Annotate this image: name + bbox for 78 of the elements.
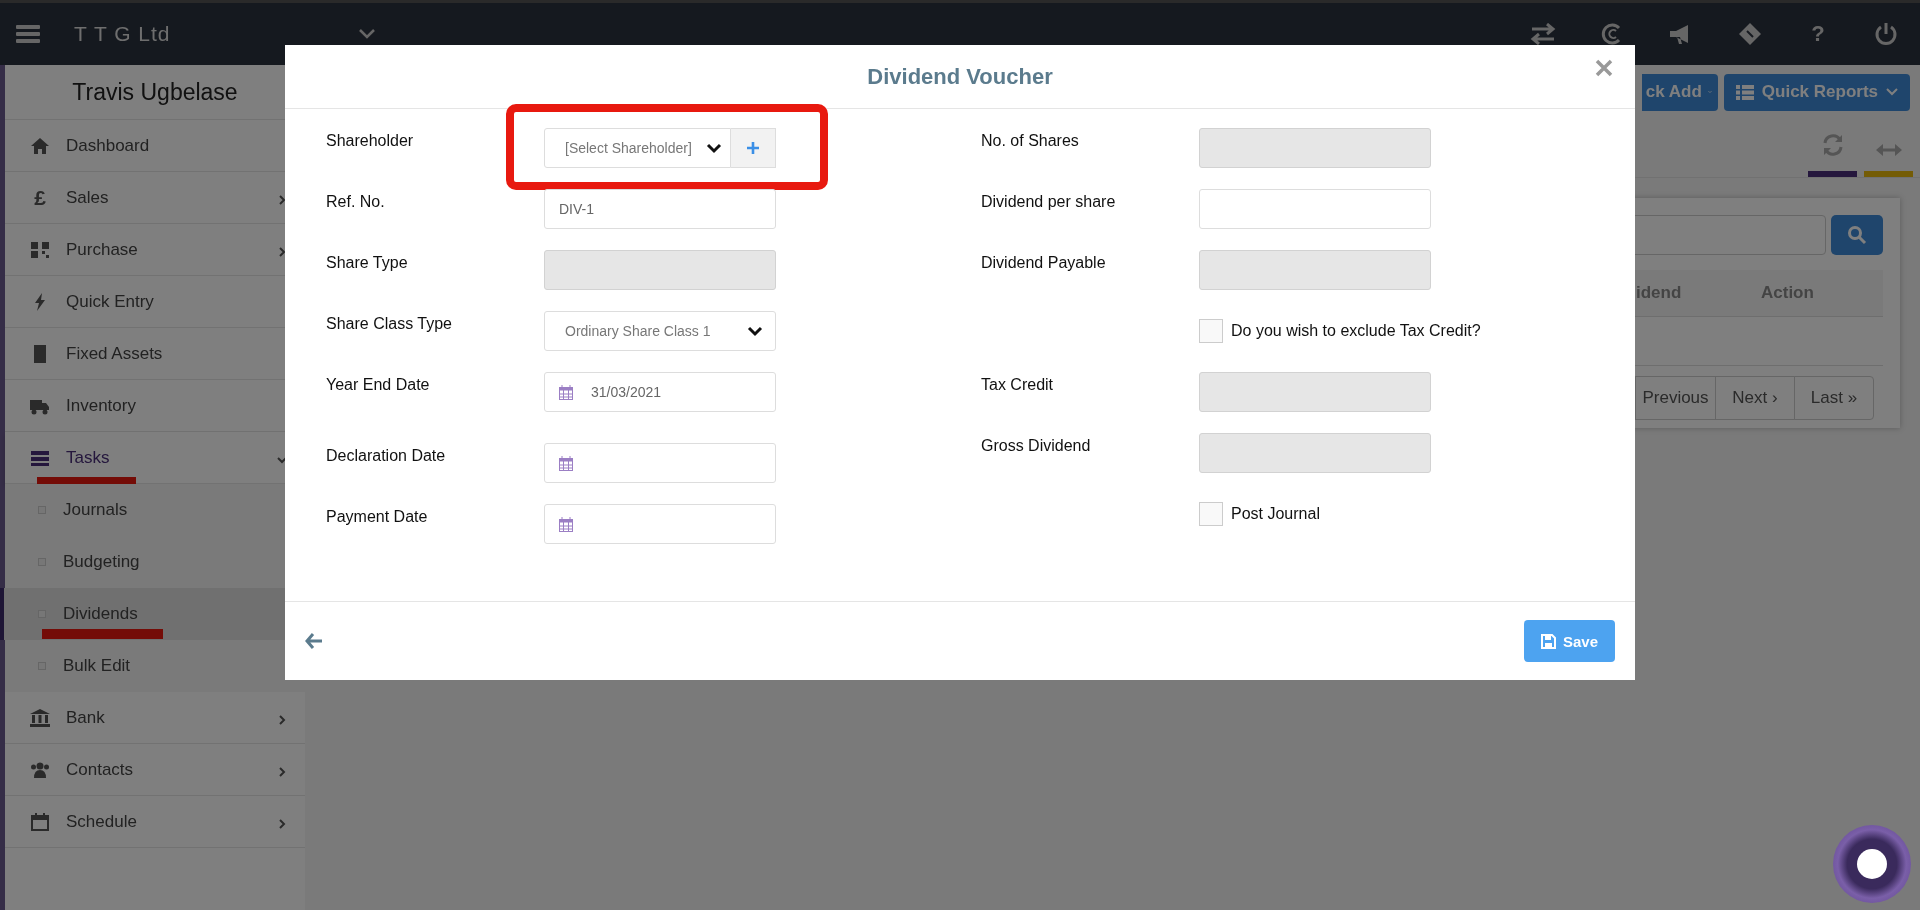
chevron-right-icon (276, 818, 288, 830)
sidebar-item[interactable]: Contacts (5, 744, 305, 796)
search-button[interactable] (1831, 215, 1883, 255)
input-field[interactable] (1199, 372, 1431, 412)
calendar-icon (30, 812, 50, 831)
list-icon (30, 448, 50, 467)
checkbox[interactable] (1199, 502, 1223, 526)
plus-icon (747, 142, 759, 154)
chevron-right-icon (276, 194, 288, 206)
field-label: Tax Credit (981, 375, 1055, 395)
chevron-down-icon (747, 325, 763, 337)
shareholder-select[interactable]: [Select Shareholder] (544, 128, 731, 168)
chevron-down-icon (276, 454, 288, 466)
add-button[interactable] (731, 128, 776, 168)
menu-icon[interactable] (16, 24, 40, 44)
bank-icon (30, 708, 50, 727)
field-label: Dividend Payable (981, 253, 1107, 273)
checkbox-label: Do you wish to exclude Tax Credit? (1231, 322, 1481, 340)
indicator-bar (1864, 171, 1913, 177)
input-field[interactable] (1199, 433, 1431, 473)
field-label: Share Type (326, 253, 409, 273)
input-field[interactable] (1199, 189, 1431, 229)
chevron-right-icon (276, 766, 288, 778)
qr-grid-icon (30, 240, 50, 259)
submenu-item[interactable]: Budgeting (0, 536, 305, 588)
sidebar-item[interactable]: Bank (5, 692, 305, 744)
chevron-down-icon[interactable] (358, 28, 376, 40)
horizontal-arrows-icon[interactable] (1875, 143, 1902, 157)
field-label: Declaration Date (326, 446, 447, 466)
caret-icon (1886, 88, 1898, 96)
calendar-icon (559, 384, 573, 400)
chevron-right-icon (276, 714, 288, 726)
help-icon[interactable]: ? (1806, 21, 1830, 47)
chevron-down-icon (706, 142, 722, 154)
input-field[interactable]: DIV-1 (544, 189, 776, 229)
power-icon[interactable] (1874, 22, 1898, 46)
ticket-icon[interactable] (1738, 22, 1762, 46)
caret-icon (1707, 88, 1712, 96)
people-icon (30, 760, 50, 779)
input-field[interactable] (1199, 128, 1431, 168)
pagination-button[interactable]: Previous (1635, 376, 1716, 420)
dialog-title: Dividend Voucher (867, 63, 1053, 90)
indicator-bar (1808, 171, 1857, 177)
input-field[interactable] (1199, 250, 1431, 290)
submenu-item[interactable]: Bulk Edit (0, 640, 305, 692)
home-icon (30, 136, 50, 155)
field-label: Dividend per share (981, 192, 1117, 212)
chevron-right-icon (276, 246, 288, 258)
swap-arrows-icon[interactable] (1530, 23, 1556, 45)
field-label: Gross Dividend (981, 436, 1092, 456)
field-label: Year End Date (326, 375, 431, 395)
field-label: Ref. No. (326, 192, 386, 212)
list-icon (1735, 84, 1754, 100)
date-field[interactable]: 31/03/2021 (544, 372, 776, 412)
field-label: Share Class Type (326, 314, 453, 334)
pagination-button[interactable]: Last » (1794, 376, 1874, 420)
select-field[interactable]: Ordinary Share Class 1 (544, 311, 776, 351)
company-name: T T G Ltd (74, 22, 172, 46)
date-field[interactable] (544, 504, 776, 544)
quick-add-button[interactable]: ck Add (1641, 73, 1718, 111)
search-icon (1847, 225, 1867, 245)
input-field[interactable] (544, 250, 776, 290)
pound-icon: £ (30, 188, 50, 207)
sidebar-item[interactable]: Schedule (5, 796, 305, 848)
back-arrow-icon[interactable] (305, 633, 323, 649)
submenu-item[interactable]: Journals (0, 484, 305, 536)
checkbox-label: Post Journal (1231, 505, 1320, 523)
checkbox[interactable] (1199, 319, 1223, 343)
calendar-icon (559, 455, 573, 471)
close-icon[interactable] (1595, 59, 1613, 77)
field-label: No. of Shares (981, 131, 1080, 151)
quick-reports-button[interactable]: Quick Reports (1723, 73, 1910, 111)
field-label: Shareholder (326, 131, 415, 151)
calendar-icon (559, 516, 573, 532)
pagination-button[interactable]: Next › (1715, 376, 1795, 420)
save-button[interactable]: Save (1524, 620, 1615, 662)
date-field[interactable] (544, 443, 776, 483)
field-label: Payment Date (326, 507, 429, 527)
